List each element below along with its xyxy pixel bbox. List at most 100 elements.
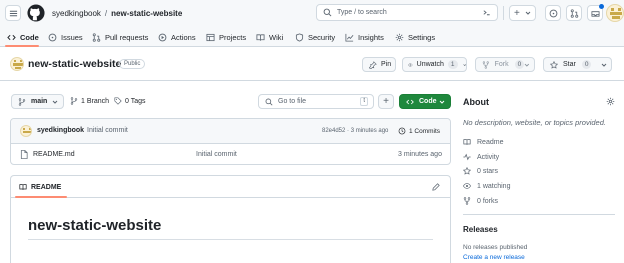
breadcrumb-repo[interactable]: new-static-website	[111, 9, 182, 18]
releases-title[interactable]: Releases	[463, 225, 498, 234]
star-icon	[550, 60, 558, 69]
fork-icon	[482, 60, 489, 69]
shield-icon	[295, 32, 304, 42]
add-file-button[interactable]: +	[378, 94, 394, 109]
avatar[interactable]	[606, 4, 624, 22]
code-icon	[406, 99, 414, 104]
commit-author[interactable]: syedkingbook	[37, 127, 84, 134]
about-forks[interactable]: 0 forks	[463, 197, 498, 205]
breadcrumb-separator: /	[104, 8, 108, 18]
inbox-icon	[590, 10, 600, 17]
about-watching[interactable]: 1 watching	[463, 182, 510, 190]
table-icon	[206, 33, 215, 41]
about-readme[interactable]: Readme	[463, 138, 503, 146]
file-commit-message[interactable]: Initial commit	[196, 151, 237, 158]
breadcrumb-owner[interactable]: syedkingbook	[52, 9, 101, 18]
go-to-file-input[interactable]: Go to file t	[258, 94, 374, 109]
tab-code[interactable]: Code	[7, 27, 39, 47]
tab-insights[interactable]: Insights	[345, 27, 384, 47]
readme-tab-underline	[15, 196, 67, 198]
chevron-down-icon	[439, 100, 445, 104]
tab-settings[interactable]: Settings	[395, 27, 435, 47]
about-activity[interactable]: Activity	[463, 153, 499, 161]
commits-label: 1 Commits	[409, 127, 441, 135]
pull-requests-button[interactable]	[566, 5, 582, 21]
tab-security[interactable]: Security	[295, 27, 335, 47]
tab-projects[interactable]: Projects	[206, 27, 246, 47]
plus-icon: +	[383, 96, 389, 107]
book-icon	[19, 184, 27, 190]
tab-projects-label: Projects	[219, 32, 247, 42]
terminal-icon[interactable]	[482, 8, 491, 17]
pin-label: Pin	[381, 61, 392, 68]
about-forks-label: 0 forks	[477, 197, 499, 205]
gear-icon[interactable]	[606, 97, 615, 106]
tags-link[interactable]: 0 Tags	[114, 97, 146, 105]
pencil-icon[interactable]	[432, 183, 440, 191]
tab-wiki-label: Wiki	[269, 32, 284, 42]
chevron-down-icon	[462, 63, 466, 66]
pull-request-icon	[570, 8, 578, 18]
top-bar: syedkingbook / new-static-website Type /…	[0, 0, 624, 27]
create-release-link[interactable]: Create a new release	[463, 254, 525, 261]
graph-icon	[345, 33, 354, 42]
about-stars[interactable]: 0 stars	[463, 167, 498, 175]
unwatch-label: Unwatch	[416, 61, 444, 68]
branch-selector[interactable]: main	[11, 94, 64, 109]
readme-panel: README new-static-website	[10, 175, 451, 263]
chevron-down-icon	[52, 100, 58, 104]
readme-tab[interactable]: README	[19, 183, 61, 191]
watch-count: 1	[447, 60, 458, 69]
branch-icon	[70, 97, 78, 105]
readme-heading: new-static-website	[28, 217, 162, 234]
pin-button[interactable]: Pin	[362, 57, 396, 72]
create-new-button[interactable]: +	[509, 5, 536, 21]
tab-code-label: Code	[20, 32, 39, 42]
tab-pull-requests-label: Pull requests	[105, 32, 149, 42]
star-button[interactable]: Star 0	[543, 57, 612, 72]
plus-icon: +	[514, 7, 520, 19]
table-row[interactable]: README.md Initial commit 3 minutes ago	[11, 144, 450, 165]
tab-actions[interactable]: Actions	[158, 27, 196, 47]
header-divider-line	[0, 80, 624, 81]
branches-label: 1 Branch	[81, 97, 110, 105]
issue-icon	[48, 33, 57, 41]
pull-request-icon	[92, 32, 101, 42]
gear-icon	[395, 33, 404, 41]
branches-link[interactable]: 1 Branch	[70, 97, 109, 105]
about-title: About	[463, 97, 489, 107]
repo-avatar	[10, 57, 24, 71]
repo-title[interactable]: new-static-website	[28, 58, 121, 70]
fork-button[interactable]: Fork 0	[475, 57, 535, 72]
breadcrumb: syedkingbook / new-static-website	[52, 7, 182, 19]
code-button[interactable]: Code	[399, 94, 451, 109]
fork-label: Fork	[494, 61, 509, 68]
book-icon	[463, 139, 471, 145]
sidebar-divider	[463, 214, 615, 215]
tab-issues[interactable]: Issues	[48, 27, 83, 47]
menu-button[interactable]	[5, 5, 21, 21]
tab-wiki[interactable]: Wiki	[256, 27, 283, 47]
chevron-down-icon	[601, 63, 607, 67]
search-box[interactable]: Type / to search	[316, 4, 498, 21]
tag-icon	[114, 97, 122, 105]
eye-icon	[408, 62, 413, 67]
inbox-button[interactable]	[587, 4, 604, 21]
tab-pull-requests[interactable]: Pull requests	[92, 27, 148, 47]
unwatch-button[interactable]: Unwatch 1	[402, 57, 467, 72]
fork-count: 0	[514, 60, 525, 69]
about-watching-label: 1 watching	[477, 182, 511, 190]
commits-link[interactable]: 1 Commits	[398, 127, 440, 135]
pulse-icon	[463, 153, 471, 161]
readme-tab-label: README	[31, 183, 62, 191]
file-name[interactable]: README.md	[33, 151, 75, 158]
pin-icon	[369, 60, 377, 69]
issues-button[interactable]	[545, 5, 561, 21]
github-logo-icon[interactable]	[27, 4, 45, 22]
active-tab-underline	[5, 45, 39, 47]
about-description: No description, website, or topics provi…	[463, 118, 606, 127]
tags-label: 0 Tags	[125, 97, 146, 105]
commit-message[interactable]: Initial commit	[87, 127, 128, 134]
tab-actions-label: Actions	[171, 32, 196, 42]
commit-hash-time[interactable]: 82e4d52 · 3 minutes ago	[322, 128, 388, 134]
